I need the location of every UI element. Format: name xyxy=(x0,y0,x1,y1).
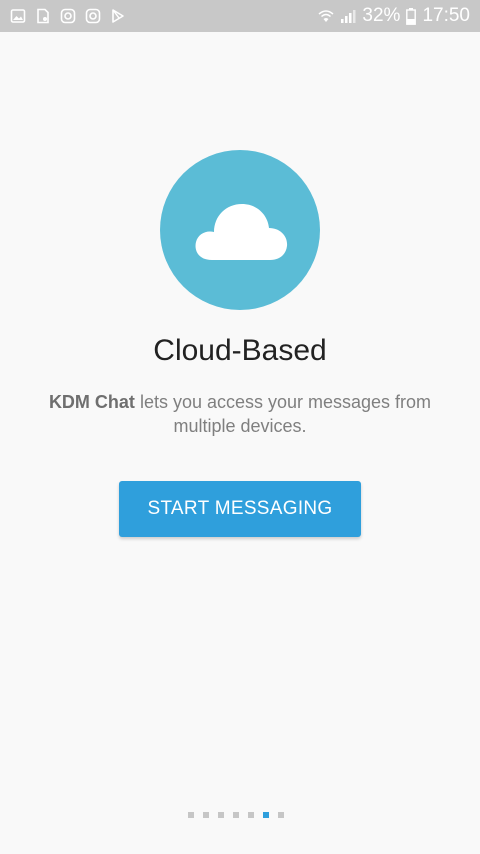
status-bar: 32% 17:50 xyxy=(0,0,480,32)
onboarding-title: Cloud-Based xyxy=(153,334,327,367)
file-icon xyxy=(37,8,49,24)
cloud-icon xyxy=(195,204,288,260)
page-dot xyxy=(233,812,239,818)
instagram-icon xyxy=(85,8,101,24)
page-dot xyxy=(218,812,224,818)
status-bar-notifications xyxy=(10,8,126,24)
page-dot xyxy=(278,812,284,818)
description-text: lets you access your messages from multi… xyxy=(134,392,432,436)
page-dot xyxy=(248,812,254,818)
page-dot xyxy=(188,812,194,818)
cloud-illustration xyxy=(160,150,320,310)
instagram-icon xyxy=(60,8,76,24)
battery-percent: 32% xyxy=(362,5,401,26)
app-name: KDM Chat xyxy=(48,392,135,412)
page-dot xyxy=(203,812,209,818)
signal-icon xyxy=(341,10,356,23)
battery-icon xyxy=(406,7,417,25)
page-indicator xyxy=(188,812,284,818)
play-store-icon xyxy=(112,9,124,23)
onboarding-screen: Cloud-Based KDM Chat lets you access you… xyxy=(0,32,480,854)
page-dot-active xyxy=(263,812,269,818)
start-messaging-button[interactable]: START MESSAGING xyxy=(119,481,361,537)
gallery-icon xyxy=(10,9,26,23)
onboarding-description: KDM Chat lets you access your messages f… xyxy=(40,390,440,438)
status-bar-system: 32% 17:50 xyxy=(318,5,470,27)
wifi-icon xyxy=(318,10,334,22)
clock: 17:50 xyxy=(422,5,470,26)
